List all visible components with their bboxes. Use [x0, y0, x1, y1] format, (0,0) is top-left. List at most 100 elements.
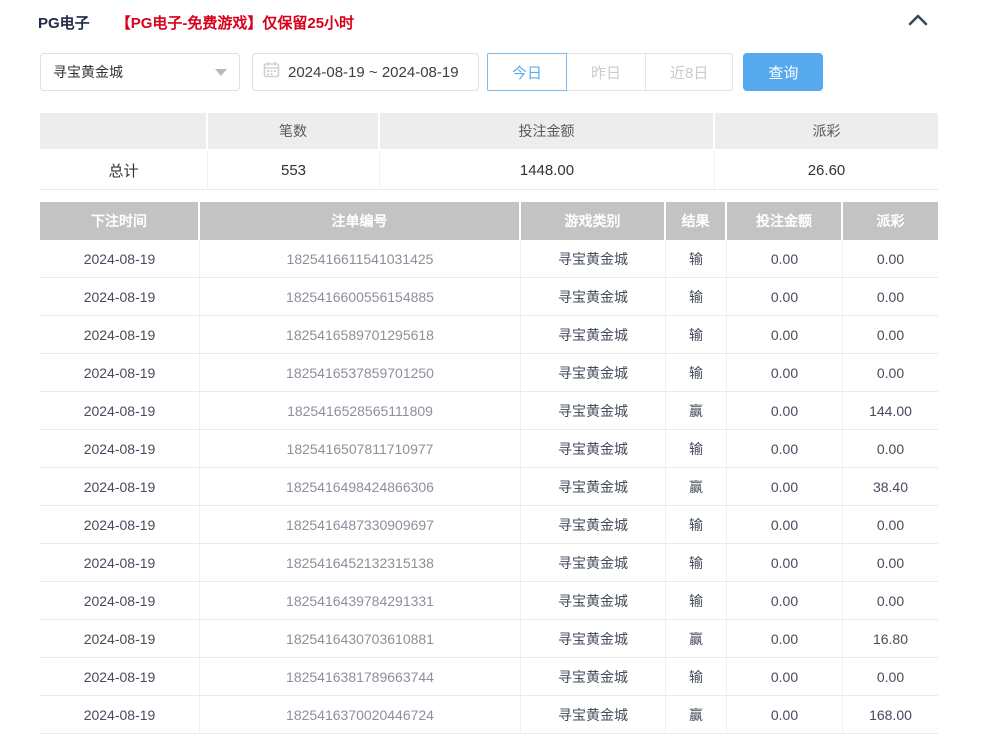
result-cell: 输: [666, 658, 727, 696]
summary-header-bet-amount: 投注金额: [380, 113, 715, 151]
bet-table-body: 2024-08-19 1825416611541031425 寻宝黄金城 输 0…: [40, 240, 938, 734]
header-result: 结果: [666, 202, 727, 240]
game-type-cell: 寻宝黄金城: [521, 278, 666, 316]
summary-header-blank: [40, 113, 208, 151]
bet-amount-cell: 0.00: [727, 696, 843, 734]
header-bet-id: 注单编号: [200, 202, 521, 240]
bet-time-cell: 2024-08-19: [40, 354, 200, 392]
game-select[interactable]: 寻宝黄金城: [40, 53, 240, 91]
bets-header-row: 下注时间 注单编号 游戏类别 结果 投注金额 派彩: [40, 202, 938, 240]
panel-header: PG电子 【PG电子-免费游戏】仅保留25小时: [0, 0, 1003, 33]
result-cell: 输: [666, 278, 727, 316]
bet-id-cell: 1825416498424866306: [200, 468, 521, 506]
payout-cell: 144.00: [843, 392, 938, 430]
summary-total-row: 总计 553 1448.00 26.60: [40, 151, 938, 190]
panel-notice: 【PG电子-免费游戏】仅保留25小时: [116, 12, 354, 33]
table-row: 2024-08-19 1825416528565111809 寻宝黄金城 赢 0…: [40, 392, 938, 430]
table-row: 2024-08-19 1825416537859701250 寻宝黄金城 输 0…: [40, 354, 938, 392]
payout-cell: 0.00: [843, 316, 938, 354]
summary-total-payout: 26.60: [715, 151, 938, 190]
game-type-cell: 寻宝黄金城: [521, 468, 666, 506]
date-range-input[interactable]: 2024-08-19 ~ 2024-08-19: [252, 53, 479, 91]
result-cell: 输: [666, 506, 727, 544]
table-row: 2024-08-19 1825416498424866306 寻宝黄金城 赢 0…: [40, 468, 938, 506]
bet-time-cell: 2024-08-19: [40, 696, 200, 734]
range-button-today[interactable]: 今日: [487, 53, 567, 91]
game-type-cell: 寻宝黄金城: [521, 544, 666, 582]
bet-id-cell: 1825416370020446724: [200, 696, 521, 734]
game-type-cell: 寻宝黄金城: [521, 582, 666, 620]
collapse-button[interactable]: [907, 13, 929, 32]
bet-id-cell: 1825416439784291331: [200, 582, 521, 620]
bet-time-cell: 2024-08-19: [40, 544, 200, 582]
bet-id-cell: 1825416600556154885: [200, 278, 521, 316]
filter-row: 寻宝黄金城 2024-08-19 ~ 2024-08-19 今日 昨日 近8: [40, 53, 963, 91]
table-row: 2024-08-19 1825416487330909697 寻宝黄金城 输 0…: [40, 506, 938, 544]
game-type-cell: 寻宝黄金城: [521, 430, 666, 468]
result-cell: 赢: [666, 620, 727, 658]
summary-table: 笔数 投注金额 派彩 总计 553 1448.00 26.60: [40, 113, 938, 190]
bet-id-cell: 1825416507811710977: [200, 430, 521, 468]
result-cell: 赢: [666, 468, 727, 506]
bet-time-cell: 2024-08-19: [40, 468, 200, 506]
range-button-last8days[interactable]: 近8日: [645, 53, 733, 91]
bet-id-cell: 1825416589701295618: [200, 316, 521, 354]
game-type-cell: 寻宝黄金城: [521, 392, 666, 430]
bet-time-cell: 2024-08-19: [40, 430, 200, 468]
table-row: 2024-08-19 1825416611541031425 寻宝黄金城 输 0…: [40, 240, 938, 278]
bet-id-cell: 1825416430703610881: [200, 620, 521, 658]
game-select-value: 寻宝黄金城: [53, 62, 123, 82]
bet-time-cell: 2024-08-19: [40, 582, 200, 620]
payout-cell: 0.00: [843, 430, 938, 468]
bet-amount-cell: 0.00: [727, 506, 843, 544]
summary-header-payout: 派彩: [715, 113, 938, 151]
payout-cell: 16.80: [843, 620, 938, 658]
payout-cell: 0.00: [843, 240, 938, 278]
game-type-cell: 寻宝黄金城: [521, 506, 666, 544]
query-button[interactable]: 查询: [743, 53, 823, 91]
game-type-cell: 寻宝黄金城: [521, 696, 666, 734]
range-button-yesterday[interactable]: 昨日: [566, 53, 646, 91]
table-row: 2024-08-19 1825416370020446724 寻宝黄金城 赢 0…: [40, 696, 938, 734]
bet-id-cell: 1825416537859701250: [200, 354, 521, 392]
summary-total-label: 总计: [40, 151, 208, 190]
payout-cell: 0.00: [843, 354, 938, 392]
result-cell: 输: [666, 430, 727, 468]
bet-amount-cell: 0.00: [727, 582, 843, 620]
result-cell: 输: [666, 240, 727, 278]
table-row: 2024-08-19 1825416507811710977 寻宝黄金城 输 0…: [40, 430, 938, 468]
table-row: 2024-08-19 1825416589701295618 寻宝黄金城 输 0…: [40, 316, 938, 354]
payout-cell: 0.00: [843, 278, 938, 316]
result-cell: 赢: [666, 696, 727, 734]
bets-table: 下注时间 注单编号 游戏类别 结果 投注金额 派彩 2024-08-19 182…: [40, 202, 938, 734]
game-type-cell: 寻宝黄金城: [521, 240, 666, 278]
payout-cell: 0.00: [843, 658, 938, 696]
result-cell: 赢: [666, 392, 727, 430]
bet-amount-cell: 0.00: [727, 620, 843, 658]
payout-cell: 0.00: [843, 506, 938, 544]
bet-id-cell: 1825416487330909697: [200, 506, 521, 544]
table-row: 2024-08-19 1825416381789663744 寻宝黄金城 输 0…: [40, 658, 938, 696]
bet-time-cell: 2024-08-19: [40, 240, 200, 278]
summary-total-count: 553: [208, 151, 380, 190]
header-game-type: 游戏类别: [521, 202, 666, 240]
bet-time-cell: 2024-08-19: [40, 278, 200, 316]
header-payout: 派彩: [843, 202, 938, 240]
calendar-icon: [263, 61, 280, 83]
result-cell: 输: [666, 316, 727, 354]
bet-amount-cell: 0.00: [727, 468, 843, 506]
panel-title: PG电子: [38, 12, 90, 33]
payout-cell: 0.00: [843, 582, 938, 620]
table-row: 2024-08-19 1825416452132315138 寻宝黄金城 输 0…: [40, 544, 938, 582]
bet-time-cell: 2024-08-19: [40, 316, 200, 354]
game-type-cell: 寻宝黄金城: [521, 316, 666, 354]
result-cell: 输: [666, 582, 727, 620]
bet-id-cell: 1825416381789663744: [200, 658, 521, 696]
pg-games-panel: PG电子 【PG电子-免费游戏】仅保留25小时 寻宝黄金城: [0, 0, 1003, 738]
bet-amount-cell: 0.00: [727, 392, 843, 430]
header-bet-amount: 投注金额: [727, 202, 843, 240]
header-bet-time: 下注时间: [40, 202, 200, 240]
bet-time-cell: 2024-08-19: [40, 658, 200, 696]
payout-cell: 168.00: [843, 696, 938, 734]
bet-id-cell: 1825416611541031425: [200, 240, 521, 278]
